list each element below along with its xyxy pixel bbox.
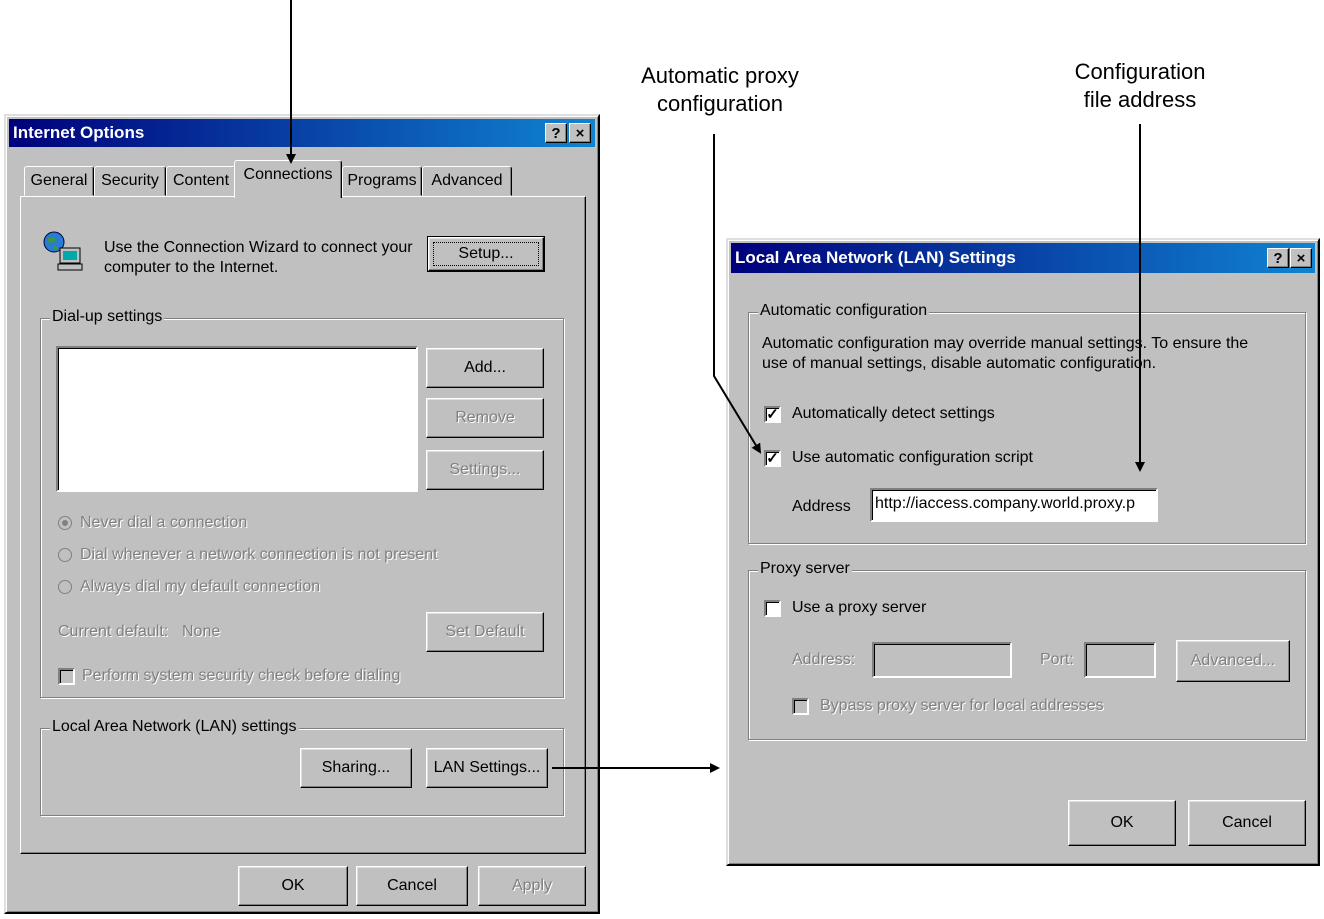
title-bar: Internet Options ? × [9, 119, 595, 147]
annotation-line: Automatic proxy [641, 63, 799, 88]
dialup-group-label: Dial-up settings [50, 308, 165, 326]
button-label: Cancel [1222, 814, 1272, 831]
use-proxy-label: Use a proxy server [792, 599, 927, 616]
radio-always-dial[interactable] [58, 580, 72, 594]
cancel-button[interactable]: Cancel [356, 866, 468, 906]
button-label: Cancel [387, 877, 437, 894]
remove-button[interactable]: Remove [426, 398, 544, 438]
current-default-value: None [182, 623, 221, 640]
help-button[interactable]: ? [545, 123, 567, 143]
setup-button[interactable]: Setup... [427, 236, 545, 272]
lan-settings-button[interactable]: LAN Settings... [426, 748, 548, 788]
use-script-checkbox[interactable]: ✓ [764, 450, 781, 467]
radio-dial-whenever[interactable] [58, 548, 72, 562]
button-label: Remove [455, 409, 515, 426]
tab-label: Content [172, 172, 230, 189]
button-label: OK [1110, 814, 1134, 831]
auto-detect-label: Automatically detect settings [792, 405, 995, 422]
title-bar: Local Area Network (LAN) Settings ? × [731, 243, 1315, 273]
proxy-group-label: Proxy server [758, 560, 852, 578]
radio-never-dial[interactable] [58, 516, 72, 530]
auto-config-description-2: use of manual settings, disable automati… [762, 355, 1157, 372]
sharing-button[interactable]: Sharing... [300, 748, 412, 788]
radio-never-dial-label: Never dial a connection [80, 514, 248, 531]
tab-label: Programs [347, 172, 417, 189]
script-address-label: Address [792, 498, 851, 515]
auto-config-description-1: Automatic configuration may override man… [762, 335, 1249, 352]
dialog-title: Local Area Network (LAN) Settings [735, 248, 1016, 267]
button-label: Sharing... [321, 759, 391, 776]
radio-always-dial-label: Always dial my default connection [80, 578, 321, 595]
ok-button[interactable]: OK [238, 866, 348, 906]
tab-label: Connections [243, 166, 333, 183]
lan-group-label: Local Area Network (LAN) settings [50, 718, 299, 736]
security-check-checkbox[interactable] [58, 668, 75, 685]
settings-button[interactable]: Settings... [426, 450, 544, 490]
radio-dot [62, 520, 68, 526]
auto-group-label: Automatic configuration [758, 302, 930, 320]
script-address-value: http://iaccess.company.world.proxy.p [875, 495, 1135, 512]
security-check-label: Perform system security check before dia… [82, 667, 401, 684]
script-address-input[interactable]: http://iaccess.company.world.proxy.p [870, 488, 1158, 522]
tab-label: Advanced [431, 172, 503, 189]
button-label: Add... [464, 359, 506, 376]
close-button[interactable]: × [1290, 248, 1312, 268]
dialog-title: Internet Options [13, 123, 145, 142]
tab-security[interactable]: Security [94, 166, 166, 196]
bypass-label: Bypass proxy server for local addresses [820, 697, 1104, 714]
apply-button[interactable]: Apply [478, 866, 586, 906]
wizard-text-1: Use the Connection Wizard to connect you… [104, 239, 413, 256]
help-button[interactable]: ? [1267, 248, 1289, 268]
annotation-proxy-config: Automatic proxy configuration [618, 62, 822, 118]
tab-advanced[interactable]: Advanced [422, 166, 512, 196]
connections-listbox[interactable] [56, 346, 418, 492]
network-computer-icon [40, 230, 84, 274]
close-button[interactable]: × [569, 123, 591, 143]
set-default-button[interactable]: Set Default [426, 612, 544, 652]
auto-detect-checkbox[interactable]: ✓ [764, 406, 781, 423]
tab-general[interactable]: General [24, 166, 94, 196]
add-button[interactable]: Add... [426, 348, 544, 388]
button-label: Advanced... [1190, 652, 1276, 669]
proxy-address-label: Address: [792, 651, 856, 668]
annotation-line: file address [1083, 87, 1197, 112]
bypass-checkbox[interactable] [792, 698, 809, 715]
tab-connections[interactable]: Connections [234, 160, 342, 198]
annotation-line: Configuration [1074, 59, 1206, 84]
button-label: LAN Settings... [433, 759, 541, 776]
advanced-button[interactable]: Advanced... [1176, 640, 1290, 682]
tab-content[interactable]: Content [166, 166, 236, 196]
lan-ok-button[interactable]: OK [1068, 800, 1176, 846]
port-label: Port: [1040, 651, 1074, 668]
radio-dial-whenever-label: Dial whenever a network connection is no… [80, 546, 438, 563]
port-input[interactable] [1084, 642, 1156, 678]
use-script-label: Use automatic configuration script [792, 449, 1033, 466]
annotation-line: configuration [657, 91, 783, 116]
button-label: Settings... [449, 461, 521, 478]
annotation-file-address: Configuration file address [1040, 58, 1240, 114]
focus-ring [433, 242, 539, 266]
current-default-label: Current default: [58, 623, 169, 640]
button-label: Apply [511, 877, 553, 894]
button-label: OK [281, 877, 305, 894]
use-proxy-checkbox[interactable] [764, 600, 781, 617]
proxy-address-input[interactable] [872, 642, 1012, 678]
tab-label: General [30, 172, 88, 189]
tab-label: Security [101, 172, 159, 189]
lan-cancel-button[interactable]: Cancel [1188, 800, 1306, 846]
button-label: Set Default [445, 623, 525, 640]
tab-programs[interactable]: Programs [342, 166, 422, 196]
wizard-text-2: computer to the Internet. [104, 259, 279, 276]
